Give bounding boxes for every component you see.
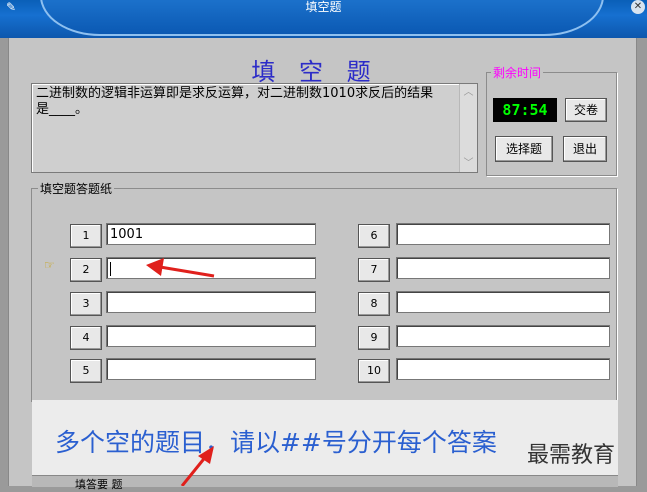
arrow-up-caption-icon bbox=[180, 446, 214, 486]
annotation-arrows bbox=[146, 258, 215, 486]
arrow-to-blank-2-icon bbox=[146, 258, 215, 278]
